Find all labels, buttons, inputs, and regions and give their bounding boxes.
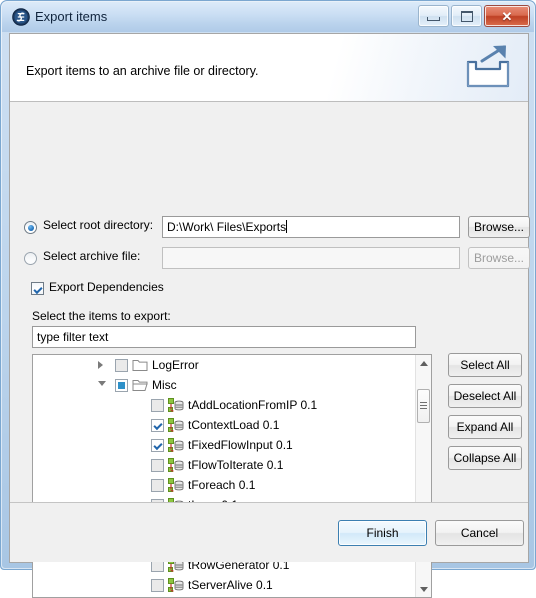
tree-row-checkbox[interactable] xyxy=(151,419,164,432)
dialog-footer: Finish Cancel xyxy=(10,502,528,562)
component-icon xyxy=(168,478,184,493)
tree-row-checkbox[interactable] xyxy=(151,459,164,472)
scroll-thumb[interactable] xyxy=(417,389,430,423)
radio-select-archive-file[interactable] xyxy=(24,252,37,265)
component-icon xyxy=(168,418,184,433)
tree-row-checkbox[interactable] xyxy=(151,579,164,592)
export-items-dialog: Export items ✕ Export items to an archiv… xyxy=(0,0,536,598)
tree-row-label: tAddLocationFromIP 0.1 xyxy=(188,398,318,412)
export-dependencies-checkbox[interactable] xyxy=(31,282,44,295)
export-icon xyxy=(460,42,516,94)
tree-row[interactable]: tForeach 0.1 xyxy=(33,475,431,495)
filter-input[interactable]: type filter text xyxy=(32,326,416,348)
chevron-right-icon[interactable] xyxy=(98,361,103,369)
triangle-up-icon xyxy=(419,360,428,366)
tree-row-label: tContextLoad 0.1 xyxy=(188,418,280,432)
title-bar[interactable]: Export items ✕ xyxy=(2,2,534,32)
app-icon xyxy=(12,8,30,26)
tree-row-label: tFlowToIterate 0.1 xyxy=(188,458,284,472)
label-select-root-directory: Select root directory: xyxy=(43,218,154,232)
tree-row-label: LogError xyxy=(152,358,199,372)
window-title: Export items xyxy=(35,9,108,24)
wizard-banner: Export items to an archive file or direc… xyxy=(10,34,528,102)
tree-row[interactable]: LogError xyxy=(33,355,431,375)
deselect-all-button[interactable]: Deselect All xyxy=(448,384,522,408)
tree-row-checkbox[interactable] xyxy=(115,379,128,392)
tree-row-checkbox[interactable] xyxy=(151,479,164,492)
tree-row-checkbox[interactable] xyxy=(115,359,128,372)
minimize-button[interactable] xyxy=(418,5,449,27)
minimize-icon xyxy=(427,16,440,21)
expand-all-button[interactable]: Expand All xyxy=(448,415,522,439)
archive-file-input[interactable] xyxy=(162,247,460,269)
close-icon: ✕ xyxy=(501,8,513,24)
component-icon xyxy=(168,578,184,593)
folder-closed-icon xyxy=(132,358,148,373)
collapse-all-button[interactable]: Collapse All xyxy=(448,446,522,470)
tree-row-checkbox[interactable] xyxy=(151,399,164,412)
finish-button[interactable]: Finish xyxy=(338,520,427,546)
browse-root-directory-button[interactable]: Browse... xyxy=(468,216,530,238)
tree-row[interactable]: Misc xyxy=(33,375,431,395)
scroll-up-arrow[interactable] xyxy=(416,355,431,371)
tree-row[interactable]: tServerAlive 0.1 xyxy=(33,575,431,595)
banner-message: Export items to an archive file or direc… xyxy=(26,64,259,78)
tree-row[interactable]: tFlowToIterate 0.1 xyxy=(33,455,431,475)
root-directory-input[interactable]: D:\Work\ Files\Exports xyxy=(162,216,460,238)
browse-archive-file-button[interactable]: Browse... xyxy=(468,247,530,269)
radio-select-root-directory[interactable] xyxy=(24,221,37,234)
select-all-button[interactable]: Select All xyxy=(448,353,522,377)
component-icon xyxy=(168,458,184,473)
tree-row-checkbox[interactable] xyxy=(151,439,164,452)
scroll-down-arrow[interactable] xyxy=(416,581,431,597)
maximize-icon xyxy=(460,10,473,22)
tree-row[interactable]: tFixedFlowInput 0.1 xyxy=(33,435,431,455)
tree-section-label: Select the items to export: xyxy=(32,309,171,323)
tree-row-label: Misc xyxy=(152,378,177,392)
tree-row-label: tServerAlive 0.1 xyxy=(188,578,273,592)
scroll-grip-icon xyxy=(420,401,427,411)
chevron-down-icon[interactable] xyxy=(98,381,106,386)
dialog-content: Select root directory: D:\Work\ Files\Ex… xyxy=(10,103,530,598)
component-icon xyxy=(168,438,184,453)
triangle-down-icon xyxy=(419,586,428,592)
close-button[interactable]: ✕ xyxy=(484,5,530,27)
tree-row-label: tForeach 0.1 xyxy=(188,478,256,492)
window-controls: ✕ xyxy=(418,5,530,27)
root-directory-value: D:\Work\ Files\Exports xyxy=(167,220,287,234)
cancel-button[interactable]: Cancel xyxy=(435,520,524,546)
export-dependencies-label: Export Dependencies xyxy=(49,280,164,294)
tree-row[interactable]: tAddLocationFromIP 0.1 xyxy=(33,395,431,415)
dialog-body: Export items to an archive file or direc… xyxy=(9,33,530,598)
tree-row-label: tFixedFlowInput 0.1 xyxy=(188,438,293,452)
maximize-button[interactable] xyxy=(451,5,482,27)
folder-open-icon xyxy=(132,378,148,393)
label-select-archive-file: Select archive file: xyxy=(43,249,141,263)
component-icon xyxy=(168,398,184,413)
text-caret xyxy=(286,220,288,233)
tree-row[interactable]: tContextLoad 0.1 xyxy=(33,415,431,435)
